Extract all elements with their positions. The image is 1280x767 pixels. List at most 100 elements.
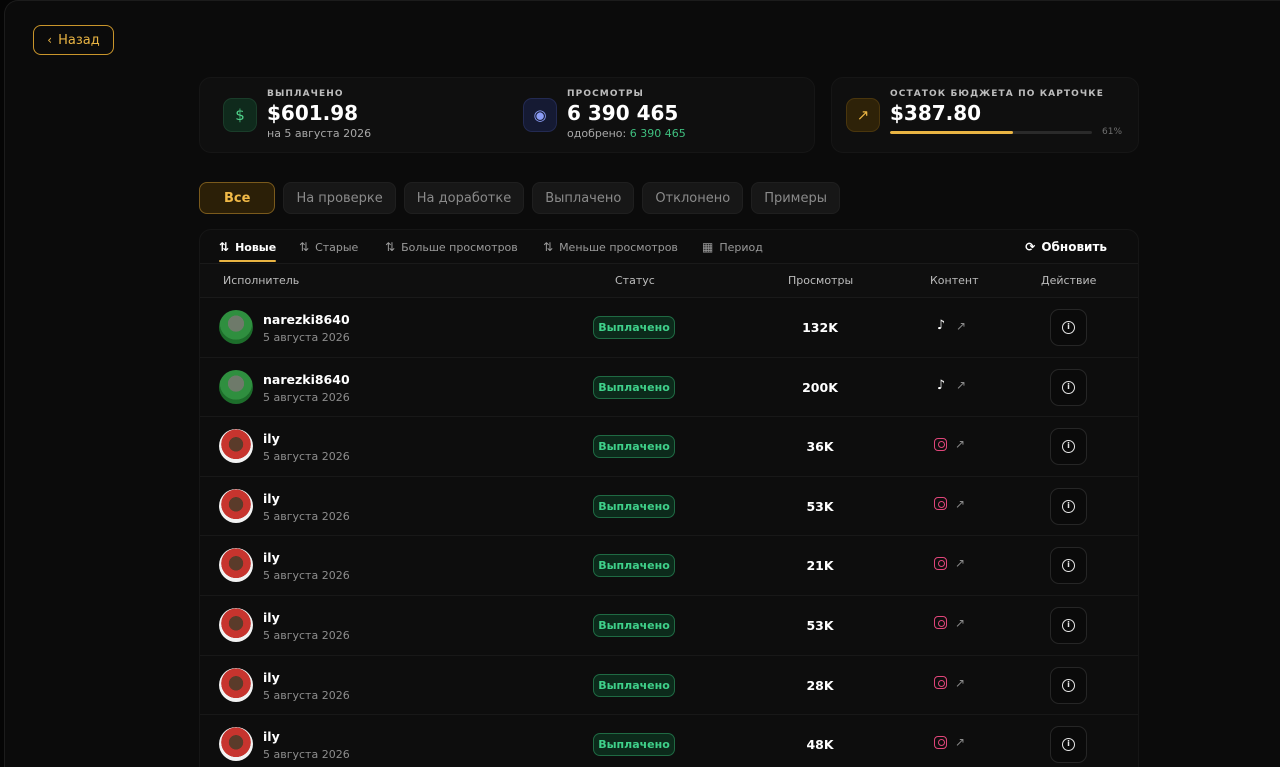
stat-paid-value: $601.98 <box>267 101 359 125</box>
views-count: 200K <box>802 379 838 395</box>
performer-name[interactable]: ily <box>263 550 280 565</box>
stat-views-approved-value: 6 390 465 <box>629 127 686 140</box>
table-row: narezki8640 5 августа 2026 Выплачено 132… <box>200 298 1138 358</box>
external-link-icon[interactable]: ↗ <box>956 319 966 333</box>
info-button[interactable]: i <box>1050 487 1087 525</box>
instagram-icon[interactable] <box>934 676 947 690</box>
performer-name[interactable]: ily <box>263 610 280 625</box>
performer-name[interactable]: ily <box>263 431 280 446</box>
submission-date: 5 августа 2026 <box>263 450 350 464</box>
submission-date: 5 августа 2026 <box>263 390 350 404</box>
status-badge: Выплачено <box>593 375 675 399</box>
submissions-table: ⇅ Новые ⇅ Старые ⇅ Больше просмотров ⇅ М… <box>199 229 1139 767</box>
info-button[interactable]: i <box>1050 726 1087 764</box>
stat-budget: ↗ ОСТАТОК БЮДЖЕТА ПО КАРТОЧКЕ $387.80 61… <box>831 77 1139 153</box>
column-header-performer: Исполнитель <box>223 274 300 287</box>
info-icon: i <box>1062 678 1075 692</box>
instagram-icon[interactable] <box>934 497 947 511</box>
external-link-icon[interactable]: ↗ <box>956 378 966 392</box>
info-button[interactable]: i <box>1050 666 1087 704</box>
column-header-views: Просмотры <box>788 274 854 287</box>
performer-name[interactable]: ily <box>263 491 280 506</box>
stat-budget-label: ОСТАТОК БЮДЖЕТА ПО КАРТОЧКЕ <box>890 89 1104 99</box>
content-links: ↗ <box>934 616 965 630</box>
back-button-label: Назад <box>58 32 100 48</box>
filter-tab-rejected[interactable]: Отклонено <box>642 182 744 214</box>
avatar <box>219 488 253 523</box>
submission-date: 5 августа 2026 <box>263 509 350 523</box>
info-icon: i <box>1062 499 1075 513</box>
content-links: ♪ ↗ <box>934 318 966 333</box>
budget-progress-percent: 61% <box>1102 127 1123 137</box>
trending-up-icon: ↗ <box>846 98 880 132</box>
filter-tab-review[interactable]: На проверке <box>283 182 396 214</box>
status-badge: Выплачено <box>593 435 675 459</box>
stat-paid-sub: на 5 августа 2026 <box>267 127 372 140</box>
external-link-icon[interactable]: ↗ <box>955 616 965 630</box>
views-count: 36K <box>806 439 834 455</box>
back-button[interactable]: ‹ Назад <box>33 25 114 55</box>
info-button[interactable]: i <box>1050 368 1087 406</box>
sort-least-views[interactable]: ⇅ Меньше просмотров <box>543 230 678 264</box>
column-header-action: Действие <box>1041 274 1097 287</box>
sort-bar: ⇅ Новые ⇅ Старые ⇅ Больше просмотров ⇅ М… <box>200 230 1138 264</box>
sort-most-views[interactable]: ⇅ Больше просмотров <box>385 230 518 264</box>
filter-tab-revision[interactable]: На доработке <box>403 182 525 214</box>
refresh-button[interactable]: ⟳ Обновить <box>1025 230 1107 264</box>
submission-date: 5 августа 2026 <box>263 688 350 702</box>
performer-name[interactable]: ily <box>263 729 280 744</box>
content-links: ↗ <box>934 735 965 749</box>
external-link-icon[interactable]: ↗ <box>955 556 965 570</box>
views-count: 132K <box>802 320 838 335</box>
calendar-icon: ▦ <box>702 240 714 254</box>
filter-tab-paid[interactable]: Выплачено <box>532 182 635 214</box>
column-header-status: Статус <box>615 274 655 287</box>
instagram-icon[interactable] <box>934 616 947 630</box>
refresh-button-label: Обновить <box>1041 240 1107 254</box>
sort-newest-label: Новые <box>235 240 277 254</box>
status-badge: Выплачено <box>593 673 675 697</box>
stat-views-value: 6 390 465 <box>567 101 679 125</box>
table-row: ily 5 августа 2026 Выплачено 53K ↗ i <box>200 596 1138 656</box>
sort-period[interactable]: ▦ Период <box>702 230 763 264</box>
sort-newest[interactable]: ⇅ Новые <box>219 230 277 264</box>
sort-arrows-icon: ⇅ <box>385 240 396 254</box>
submission-date: 5 августа 2026 <box>263 331 350 344</box>
external-link-icon[interactable]: ↗ <box>955 497 965 511</box>
info-icon: i <box>1062 559 1075 573</box>
stats-panel: $ ВЫПЛАЧЕНО $601.98 на 5 августа 2026 ◉ … <box>199 77 1139 153</box>
content-links: ♪ ↗ <box>934 378 966 393</box>
external-link-icon[interactable]: ↗ <box>955 437 965 451</box>
instagram-icon[interactable] <box>934 556 947 570</box>
info-button[interactable]: i <box>1050 606 1087 644</box>
filter-tab-all[interactable]: Все <box>199 182 276 214</box>
views-count: 28K <box>806 677 834 693</box>
performer-name[interactable]: narezki8640 <box>263 372 350 387</box>
filter-tab-examples[interactable]: Примеры <box>751 182 840 214</box>
avatar <box>219 369 253 404</box>
avatar <box>219 429 253 464</box>
views-count: 21K <box>806 558 834 574</box>
content-links: ↗ <box>934 497 965 511</box>
avatar <box>219 607 253 642</box>
performer-name[interactable]: ily <box>263 670 280 685</box>
stat-paid-label: ВЫПЛАЧЕНО <box>267 89 344 99</box>
info-button[interactable]: i <box>1050 547 1087 585</box>
sort-oldest[interactable]: ⇅ Старые <box>299 230 358 264</box>
stat-views: ◉ ПРОСМОТРЫ 6 390 465 одобрено: 6 390 46… <box>500 78 816 154</box>
instagram-icon[interactable] <box>934 735 947 749</box>
external-link-icon[interactable]: ↗ <box>955 735 965 749</box>
stat-budget-value: $387.80 <box>890 101 982 125</box>
instagram-icon[interactable] <box>934 437 947 451</box>
info-button[interactable]: i <box>1050 309 1087 346</box>
table-row: ily 5 августа 2026 Выплачено 48K ↗ i <box>200 715 1138 767</box>
status-badge: Выплачено <box>593 554 675 578</box>
tiktok-icon[interactable]: ♪ <box>934 378 948 393</box>
stat-paid: $ ВЫПЛАЧЕНО $601.98 на 5 августа 2026 <box>200 78 500 154</box>
info-icon: i <box>1062 738 1075 752</box>
info-button[interactable]: i <box>1050 428 1087 466</box>
performer-name[interactable]: narezki8640 <box>263 312 350 327</box>
external-link-icon[interactable]: ↗ <box>955 676 965 690</box>
tiktok-icon[interactable]: ♪ <box>934 318 948 333</box>
table-row: ily 5 августа 2026 Выплачено 53K ↗ i <box>200 477 1138 537</box>
